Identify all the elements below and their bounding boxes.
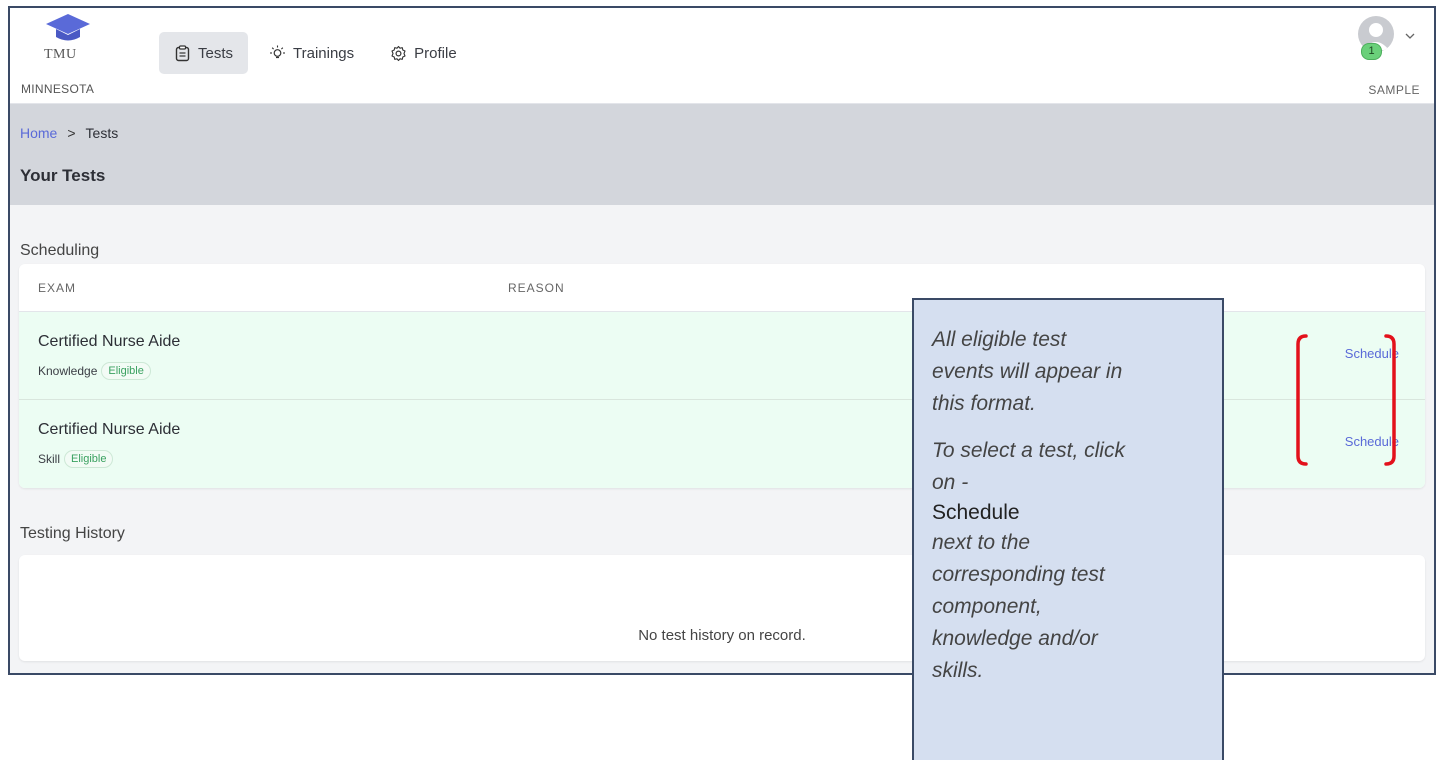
scheduling-section-label: Scheduling: [20, 242, 100, 259]
callout-spacer: [932, 420, 1204, 435]
callout-line: next to the: [932, 531, 1031, 554]
top-navigation-bar: TMU MINNESOTA Tests Trainings Profile 1 …: [10, 8, 1434, 104]
callout-line: on -: [932, 471, 969, 494]
chevron-down-icon[interactable]: [1404, 30, 1416, 42]
callout-line: To select a test, click: [932, 439, 1125, 462]
exam-component-type: Skill: [38, 452, 61, 466]
gear-icon: [391, 45, 406, 61]
breadcrumb-separator: >: [67, 125, 76, 141]
logo-tmu-text: TMU: [44, 47, 77, 62]
notification-badge: 1: [1361, 43, 1382, 60]
nav-tests[interactable]: Tests: [159, 32, 249, 74]
lightbulb-icon: [270, 45, 286, 58]
callout-line: events will appear in: [932, 360, 1123, 383]
red-bracket-annotation: [1296, 334, 1396, 466]
callout-line: skills.: [932, 659, 984, 682]
instruction-callout: All eligible test events will appear in …: [912, 298, 1224, 760]
callout-line: knowledge and/or: [932, 627, 1098, 650]
main-nav: Tests Trainings Profile: [159, 32, 472, 74]
user-name: SAMPLE: [1368, 83, 1420, 97]
column-header-reason: REASON: [508, 281, 565, 295]
nav-tests-label: Tests: [198, 44, 234, 62]
breadcrumb: Home > Tests: [20, 125, 118, 141]
logo[interactable]: TMU MINNESOTA: [18, 14, 128, 98]
exam-component: Knowledge Eligible: [38, 362, 151, 380]
nav-profile[interactable]: Profile: [375, 32, 472, 74]
nav-trainings[interactable]: Trainings: [254, 32, 369, 74]
breadcrumb-current: Tests: [85, 125, 119, 141]
column-header-exam: EXAM: [38, 281, 77, 295]
testing-history-section-label: Testing History: [20, 525, 125, 542]
callout-line: All eligible test: [932, 328, 1067, 351]
exam-component: Skill Eligible: [38, 450, 114, 468]
nav-trainings-label: Trainings: [293, 44, 355, 62]
exam-component-type: Knowledge: [38, 364, 98, 378]
callout-line: corresponding test: [932, 563, 1105, 586]
callout-schedule-term: Schedule: [932, 501, 1020, 524]
status-badge: Eligible: [64, 450, 114, 468]
clipboard-icon: [175, 44, 190, 61]
page-title: Your Tests: [20, 166, 106, 185]
exam-title: Certified Nurse Aide: [38, 333, 181, 350]
nav-profile-label: Profile: [414, 44, 457, 62]
user-menu[interactable]: 1 SAMPLE: [1340, 16, 1420, 98]
exam-title: Certified Nurse Aide: [38, 421, 181, 438]
callout-line: component,: [932, 595, 1042, 618]
callout-line: this format.: [932, 392, 1036, 415]
page-header: Home > Tests Your Tests: [10, 104, 1434, 205]
logo-state-text: MINNESOTA: [21, 82, 95, 96]
status-badge: Eligible: [101, 362, 151, 380]
graduation-cap-icon: [46, 14, 90, 41]
breadcrumb-home-link[interactable]: Home: [20, 125, 57, 141]
